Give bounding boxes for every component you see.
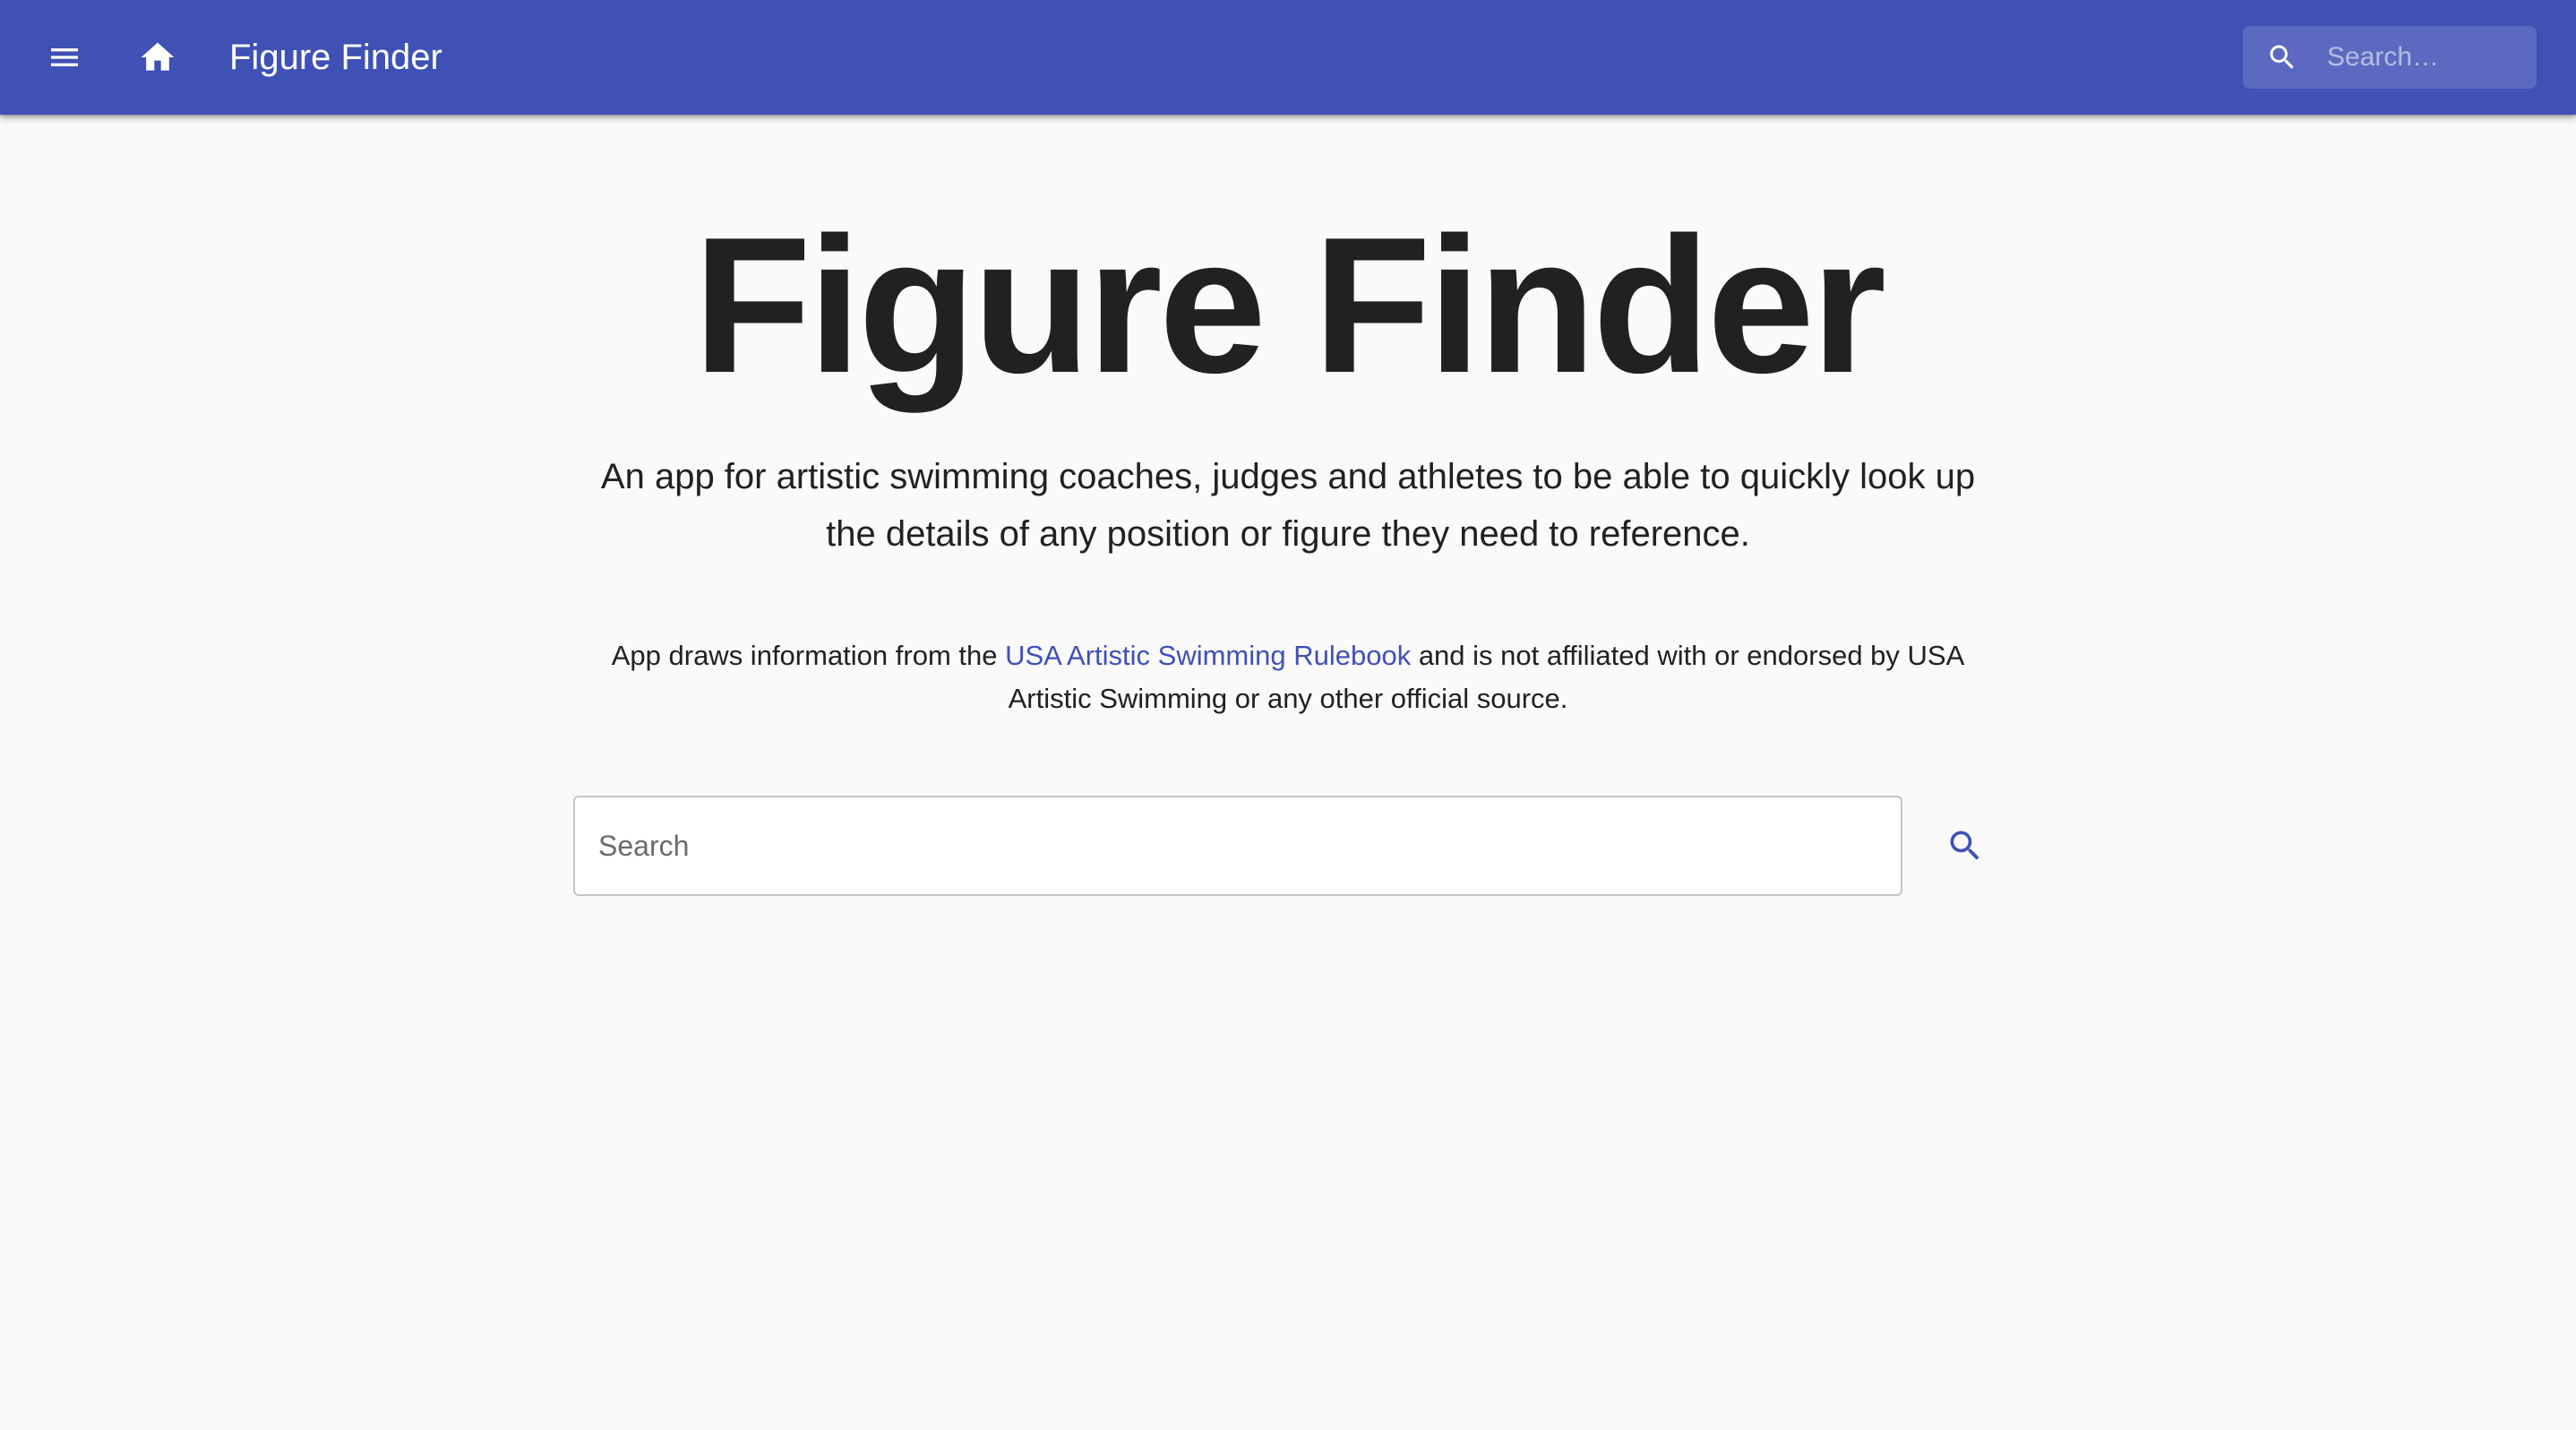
app-bar: Figure Finder	[0, 0, 2576, 115]
disclaimer-prefix: App draws information from the	[611, 640, 1006, 671]
search-input[interactable]	[598, 797, 1870, 894]
home-button[interactable]	[125, 25, 190, 90]
main-content: Figure Finder An app for artistic swimmi…	[0, 115, 2576, 1430]
menu-button[interactable]	[32, 25, 97, 90]
tagline: An app for artistic swimming coaches, ju…	[600, 457, 1976, 554]
app-title: Figure Finder	[229, 38, 442, 77]
home-icon	[141, 42, 175, 71]
search-button[interactable]	[1933, 796, 1997, 896]
search-icon	[1950, 831, 1979, 860]
menu-icon	[51, 48, 78, 66]
search-icon	[2270, 45, 2294, 69]
header-search-input[interactable]	[2327, 26, 2524, 89]
disclaimer: App draws information from the USA Artis…	[573, 634, 2003, 720]
search-field[interactable]	[573, 796, 1902, 896]
header-search[interactable]	[2243, 26, 2537, 89]
page-title: Figure Finder	[692, 196, 1886, 413]
rulebook-link[interactable]: USA Artistic Swimming Rulebook	[1005, 640, 1411, 671]
